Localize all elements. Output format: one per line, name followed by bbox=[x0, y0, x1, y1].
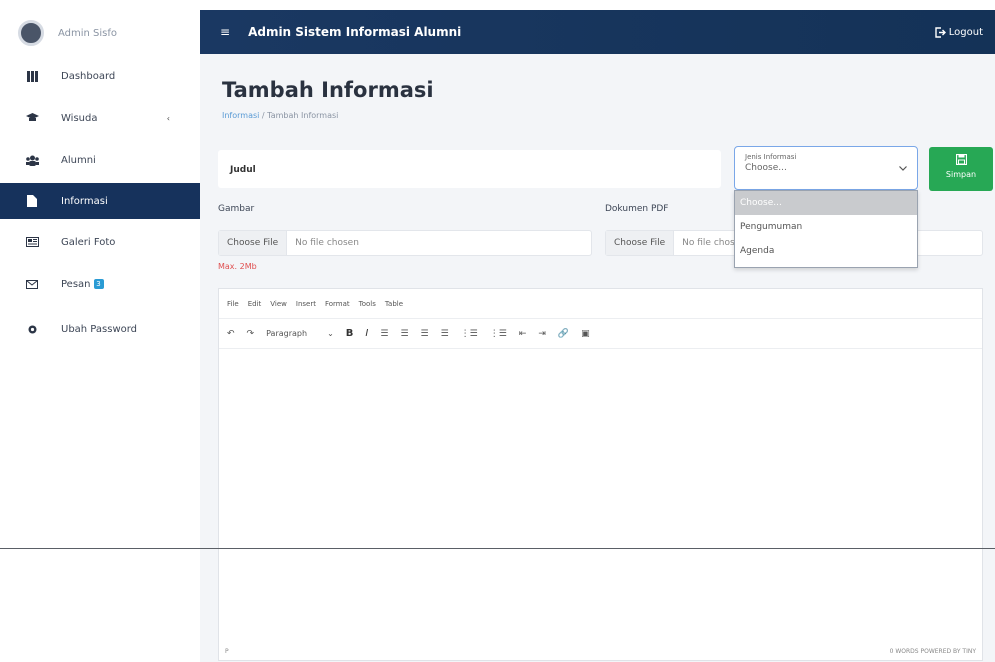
redo-icon[interactable]: ↷ bbox=[247, 329, 255, 339]
dropdown-option[interactable]: Choose... bbox=[735, 191, 917, 215]
sidebar-item-label: Wisuda bbox=[61, 112, 98, 124]
sidebar-item-informasi[interactable]: Informasi bbox=[0, 183, 200, 219]
rich-text-editor[interactable]: File Edit View Insert Format Tools Table… bbox=[218, 288, 983, 661]
breadcrumb-link-informasi[interactable]: Informasi bbox=[222, 111, 259, 120]
avatar bbox=[18, 20, 44, 46]
jenis-informasi-value: Choose... bbox=[745, 163, 787, 173]
breadcrumb-separator: / bbox=[259, 111, 268, 120]
align-right-icon[interactable]: ☰ bbox=[421, 329, 429, 339]
editor-path: P bbox=[225, 647, 229, 655]
gambar-choose-file-button[interactable]: Choose File bbox=[219, 231, 288, 255]
paragraph-select[interactable]: Paragraph ⌄ bbox=[266, 329, 334, 338]
italic-icon[interactable]: I bbox=[365, 328, 368, 339]
editor-statusbar: P 0 WORDS POWERED BY TINY bbox=[219, 642, 982, 660]
sidebar-item-galeri-foto[interactable]: Galeri Foto bbox=[0, 224, 200, 260]
editor-wordcount: 0 WORDS POWERED BY TINY bbox=[889, 647, 976, 655]
gambar-file-status: No file chosen bbox=[295, 238, 359, 248]
dokumen-pdf-label: Dokumen PDF bbox=[605, 204, 669, 214]
indent-icon[interactable]: ⇥ bbox=[538, 329, 546, 339]
chevron-down-icon: ⌄ bbox=[327, 329, 334, 338]
envelope-icon bbox=[25, 277, 39, 291]
chevron-left-icon: ‹ bbox=[166, 113, 170, 123]
page-title: Tambah Informasi bbox=[222, 78, 434, 102]
file-icon bbox=[25, 194, 39, 208]
divider-line bbox=[0, 548, 995, 549]
menu-format[interactable]: Format bbox=[325, 300, 350, 308]
sidebar-brand[interactable]: Admin Sisfo bbox=[18, 20, 117, 46]
bold-icon[interactable]: B bbox=[346, 328, 354, 339]
sidebar-item-label: Galeri Foto bbox=[61, 236, 116, 248]
numbered-list-icon[interactable]: ⋮☰ bbox=[490, 329, 507, 339]
sidebar: Admin Sisfo Dashboard Wisuda ‹ Alumni In… bbox=[0, 0, 200, 662]
image-icon[interactable]: ▣ bbox=[581, 329, 590, 339]
app-title: Admin Sistem Informasi Alumni bbox=[248, 25, 462, 39]
sidebar-item-label: Dashboard bbox=[61, 70, 116, 82]
breadcrumb-current: Tambah Informasi bbox=[267, 111, 339, 120]
sidebar-item-wisuda[interactable]: Wisuda ‹ bbox=[0, 100, 200, 136]
sidebar-item-label: Pesan bbox=[61, 278, 91, 290]
bullet-list-icon[interactable]: ⋮☰ bbox=[461, 329, 478, 339]
simpan-button[interactable]: Simpan bbox=[929, 147, 993, 191]
save-icon bbox=[929, 153, 993, 168]
editor-menubar: File Edit View Insert Format Tools Table bbox=[219, 289, 982, 319]
pdf-choose-file-button[interactable]: Choose File bbox=[606, 231, 675, 255]
menu-tools[interactable]: Tools bbox=[359, 300, 376, 308]
sidebar-item-alumni[interactable]: Alumni bbox=[0, 142, 200, 178]
logout-label: Logout bbox=[948, 26, 983, 38]
breadcrumb: Informasi / Tambah Informasi bbox=[222, 111, 338, 120]
dropdown-option[interactable]: Agenda bbox=[735, 239, 917, 263]
sidebar-item-label: Ubah Password bbox=[61, 323, 138, 335]
brand-name: Admin Sisfo bbox=[58, 27, 118, 39]
menu-edit[interactable]: Edit bbox=[248, 300, 262, 308]
gambar-label: Gambar bbox=[218, 204, 255, 214]
message-count-badge: 3 bbox=[93, 279, 104, 289]
users-icon bbox=[25, 153, 39, 167]
align-left-icon[interactable]: ☰ bbox=[380, 329, 388, 339]
link-icon[interactable]: 🔗 bbox=[558, 329, 569, 339]
sidebar-item-label: Alumni bbox=[61, 154, 96, 166]
logout-icon bbox=[935, 26, 946, 38]
paragraph-select-label: Paragraph bbox=[266, 329, 308, 338]
logout-button[interactable]: Logout bbox=[935, 27, 983, 38]
main-content: Tambah Informasi Informasi / Tambah Info… bbox=[200, 54, 995, 662]
graduation-cap-icon bbox=[25, 111, 39, 125]
jenis-informasi-select[interactable]: Jenis Informasi Choose... bbox=[734, 146, 918, 190]
jenis-informasi-label: Jenis Informasi bbox=[745, 153, 797, 161]
menu-view[interactable]: View bbox=[270, 300, 287, 308]
simpan-label: Simpan bbox=[945, 170, 977, 179]
menu-table[interactable]: Table bbox=[385, 300, 403, 308]
align-justify-icon[interactable]: ☰ bbox=[441, 329, 449, 339]
menu-file[interactable]: File bbox=[227, 300, 239, 308]
gambar-file-input[interactable]: Choose File No file chosen bbox=[218, 230, 592, 256]
outdent-icon[interactable]: ⇤ bbox=[519, 329, 527, 339]
gear-icon bbox=[25, 322, 39, 336]
undo-icon[interactable]: ↶ bbox=[227, 329, 235, 339]
sidebar-item-dashboard[interactable]: Dashboard bbox=[0, 58, 200, 94]
menu-insert[interactable]: Insert bbox=[296, 300, 316, 308]
jenis-informasi-dropdown: Choose... Pengumuman Agenda bbox=[734, 190, 918, 268]
top-navbar: ≡ Admin Sistem Informasi Alumni Logout bbox=[200, 10, 995, 54]
image-icon bbox=[25, 235, 39, 249]
sidebar-item-ubah-password[interactable]: Ubah Password bbox=[0, 311, 200, 347]
menu-toggle-icon[interactable]: ≡ bbox=[220, 25, 230, 39]
judul-input[interactable]: Judul bbox=[218, 150, 721, 188]
editor-toolbar: ↶ ↷ Paragraph ⌄ B I ☰ ☰ ☰ ☰ ⋮☰ ⋮☰ ⇤ ⇥ 🔗 … bbox=[219, 319, 982, 349]
gambar-size-note: Max. 2Mb bbox=[218, 262, 257, 271]
sidebar-item-label: Informasi bbox=[61, 195, 108, 207]
dropdown-option[interactable]: Pengumuman bbox=[735, 215, 917, 239]
chevron-down-icon bbox=[899, 164, 907, 173]
align-center-icon[interactable]: ☰ bbox=[400, 329, 408, 339]
grid-icon bbox=[25, 69, 39, 83]
sidebar-item-pesan[interactable]: Pesan 3 bbox=[0, 266, 200, 302]
